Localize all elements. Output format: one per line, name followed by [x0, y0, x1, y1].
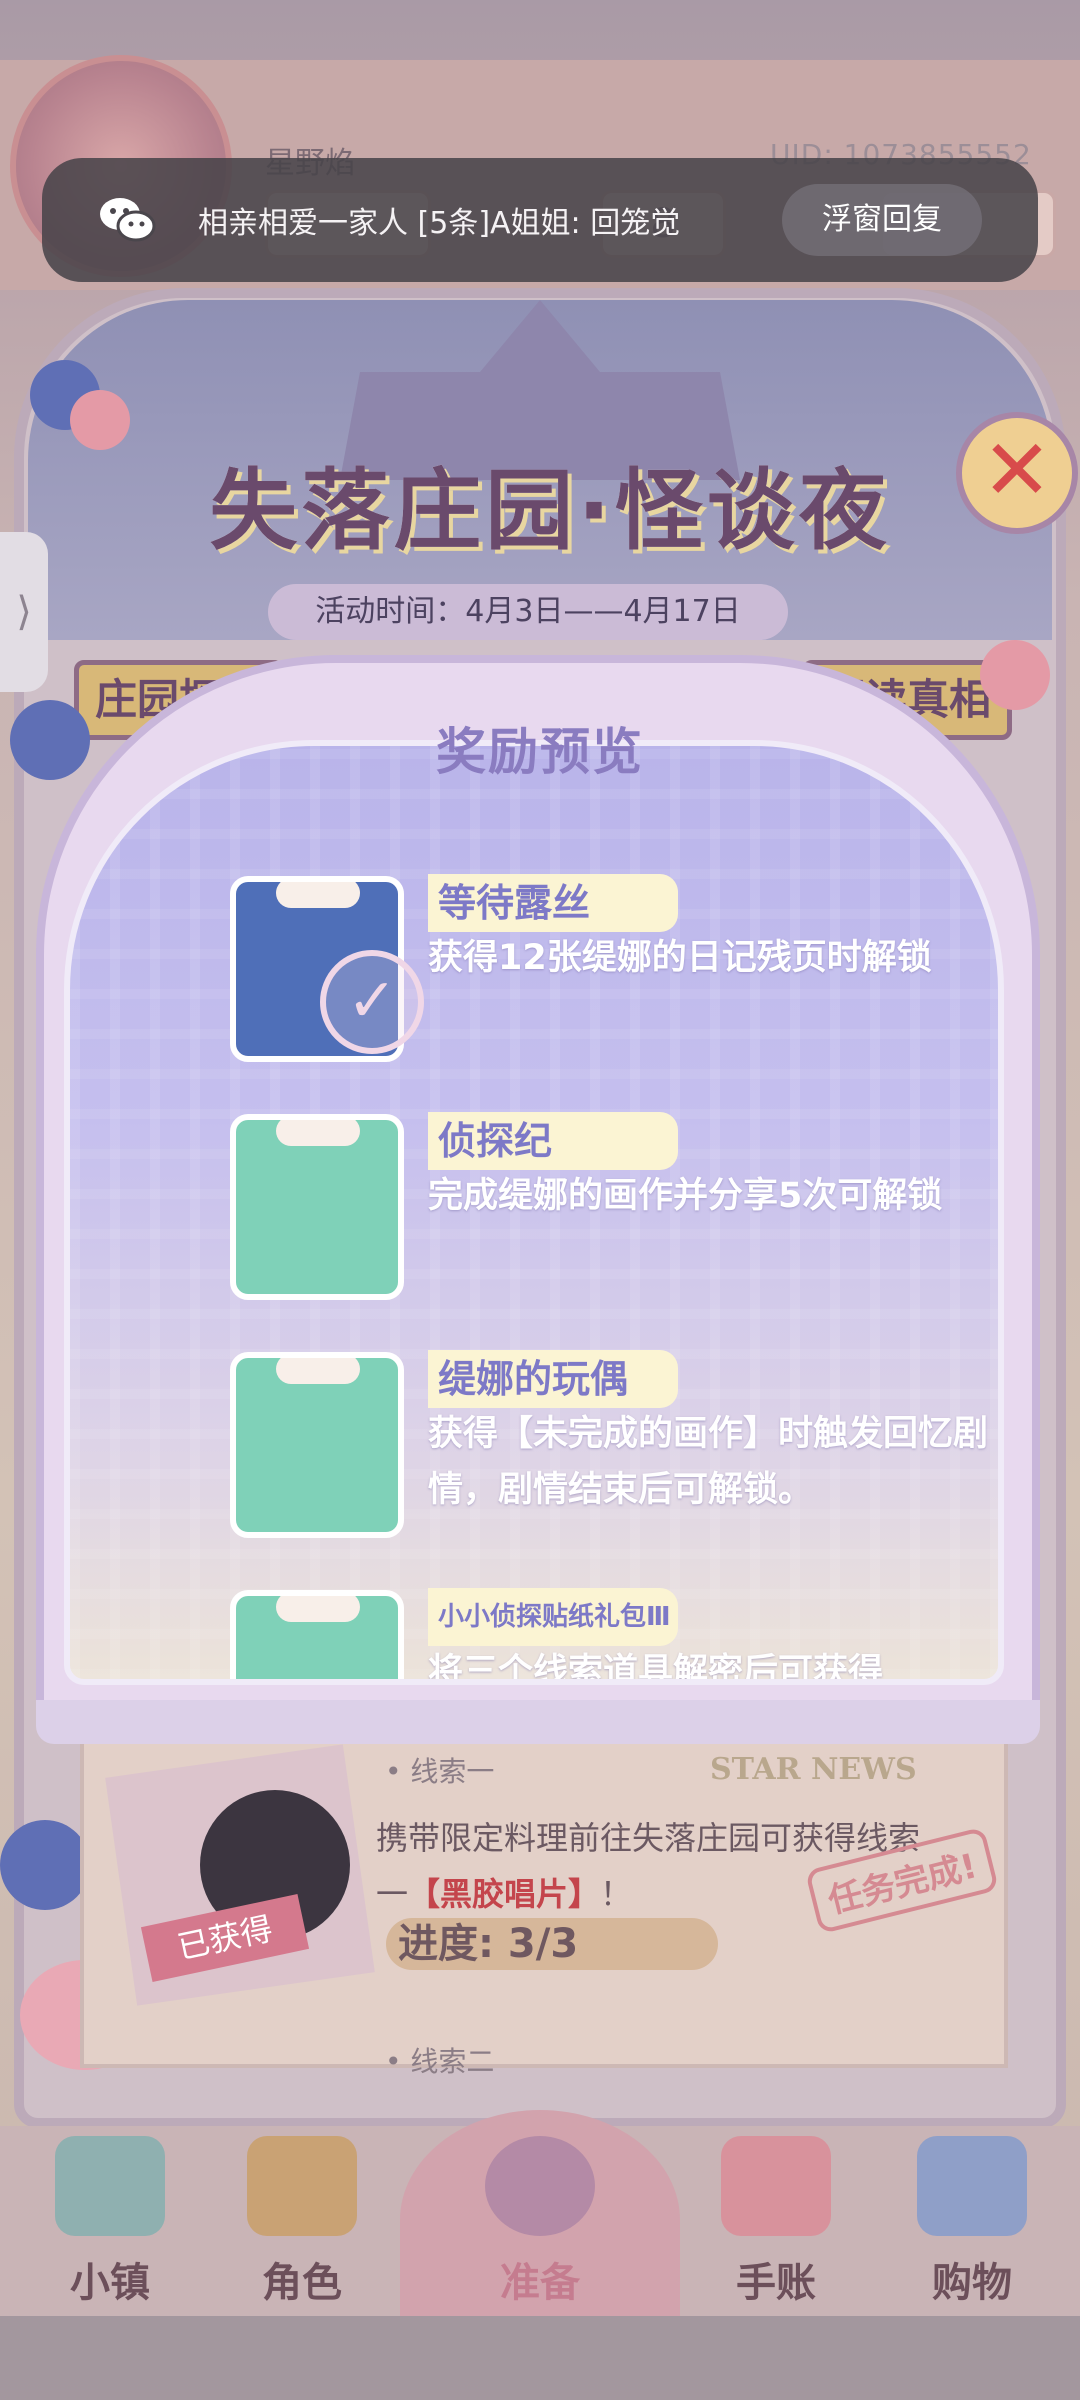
nav-character[interactable]: 角色	[222, 2136, 382, 2306]
clue-heading-2: • 线索二	[385, 2045, 495, 2078]
nav-label: 准备	[500, 2260, 580, 2306]
reward-desc: 获得12张缇娜的日记残页时解锁	[428, 938, 932, 978]
reward-name: 小小侦探贴纸礼包Ⅲ	[438, 1602, 671, 1632]
side-drawer-handle[interactable]: ⟩	[0, 532, 48, 692]
ribbon-bow	[276, 1358, 360, 1384]
close-button[interactable]: ✕	[956, 412, 1078, 534]
map-icon	[55, 2136, 165, 2236]
reward-item[interactable]: 小小侦探贴纸礼包Ⅲ 将三个线索道具解密后可获得	[160, 1580, 998, 1685]
flower-decoration	[70, 390, 130, 450]
system-nav-bar	[0, 2316, 1080, 2400]
nav-label: 小镇	[70, 2260, 150, 2306]
event-title: 失落庄园·怪谈夜	[209, 459, 891, 562]
clue-heading: • 线索一	[385, 1755, 495, 1788]
notebook-icon	[721, 2136, 831, 2236]
character-icon	[247, 2136, 357, 2236]
reward-item[interactable]: 侦探纪 完成缇娜的画作并分享5次可解锁	[160, 1104, 998, 1314]
nav-prepare[interactable]: 准备	[460, 2136, 620, 2306]
unlocked-check-icon: ✓	[320, 950, 424, 1054]
flower-decoration	[0, 1820, 90, 1910]
float-reply-button[interactable]: 浮窗回复	[782, 184, 982, 256]
notification-text: 相亲相爱一家人 [5条]A姐姐: 回笼觉	[198, 206, 681, 241]
reward-item[interactable]: ✓ 等待露丝 获得12张缇娜的日记残页时解锁	[160, 866, 998, 1076]
reward-desc: 获得【未完成的画作】时触发回忆剧情，剧情结束后可解锁。	[428, 1414, 989, 1510]
ribbon-bow	[276, 1120, 360, 1146]
reward-desc: 将三个线索道具解密后可获得	[428, 1652, 884, 1685]
reward-desc: 完成缇娜的画作并分享5次可解锁	[428, 1176, 943, 1216]
nav-shopping[interactable]: 购物	[892, 2136, 1052, 2306]
event-time: 活动时间：4月3日——4月17日	[268, 584, 788, 640]
doll-jar-icon	[230, 1352, 404, 1538]
clue-highlight: 【黑胶唱片】	[408, 1875, 601, 1913]
shopping-bag-icon	[917, 2136, 1027, 2236]
reward-name: 等待露丝	[438, 881, 591, 925]
nav-label: 手账	[736, 2260, 816, 2306]
nav-label: 购物	[932, 2260, 1012, 2306]
hat-icon	[485, 2136, 595, 2236]
reward-list[interactable]: ✓ 等待露丝 获得12张缇娜的日记残页时解锁 侦探纪 完成缇娜的画作并分享5次可…	[64, 740, 1004, 1685]
nav-label: 角色	[262, 2260, 342, 2306]
flower-decoration	[980, 640, 1050, 710]
reward-name: 缇娜的玩偶	[438, 1357, 629, 1401]
reward-name: 侦探纪	[438, 1119, 553, 1163]
clue-progress: 进度: 3/3	[386, 1918, 718, 1970]
reward-item[interactable]: 缇娜的玩偶 获得【未完成的画作】时触发回忆剧情，剧情结束后可解锁。	[160, 1342, 998, 1552]
nav-town[interactable]: 小镇	[30, 2136, 190, 2306]
notification-toast[interactable]: 相亲相爱一家人 [5条]A姐姐: 回笼觉 浮窗回复	[42, 158, 1038, 282]
ribbon-bow	[276, 1596, 360, 1622]
ribbon-bow	[276, 882, 360, 908]
star-news-label: STAR NEWS	[710, 1752, 917, 1787]
dialog-base	[36, 1700, 1040, 1744]
clue-text-after: ！	[600, 1875, 633, 1913]
wechat-icon	[100, 198, 156, 242]
nav-notebook[interactable]: 手账	[696, 2136, 856, 2306]
sticker-pack-icon	[230, 1590, 404, 1679]
detective-hat-icon	[230, 1114, 404, 1300]
dialog-title: 奖励预览	[436, 723, 644, 781]
